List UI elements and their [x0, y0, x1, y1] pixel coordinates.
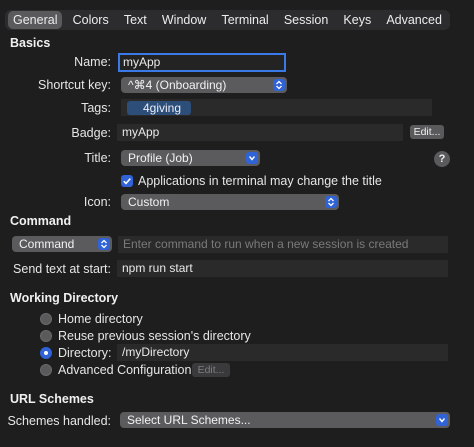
badge-field[interactable]: myApp	[117, 124, 403, 141]
chevron-down-icon	[246, 152, 258, 164]
shortcut-key-popup[interactable]: ^⌘4 (Onboarding)	[121, 77, 287, 93]
reuse-directory-label: Reuse previous session's directory	[58, 329, 251, 343]
command-input[interactable]: Enter command to run when a new session …	[118, 236, 448, 253]
apps-change-title-checkbox[interactable]	[121, 175, 133, 187]
help-button[interactable]: ?	[434, 151, 450, 167]
send-text-field[interactable]: npm run start	[117, 260, 448, 277]
schemes-handled-label: Schemes handled:	[7, 414, 111, 428]
chevron-down-icon	[436, 414, 448, 426]
tab-keys[interactable]: Keys	[338, 11, 376, 29]
icon-popup[interactable]: Custom	[121, 194, 339, 210]
name-field[interactable]: myApp	[118, 53, 286, 72]
command-mode-popup[interactable]: Command	[12, 236, 112, 252]
badge-label: Badge:	[71, 126, 111, 140]
tab-text[interactable]: Text	[119, 11, 152, 29]
title-popup[interactable]: Profile (Job)	[121, 150, 260, 166]
checkmark-icon	[123, 178, 131, 185]
directory-label: Directory:	[58, 346, 112, 360]
name-label: Name:	[74, 55, 111, 69]
schemes-handled-value: Select URL Schemes...	[127, 413, 251, 427]
url-schemes-heading: URL Schemes	[10, 392, 94, 406]
command-mode-value: Command	[19, 237, 75, 251]
command-heading: Command	[10, 214, 72, 228]
shortcut-key-value: ^⌘4 (Onboarding)	[128, 78, 227, 92]
tab-advanced[interactable]: Advanced	[381, 11, 447, 29]
reuse-directory-radio[interactable]	[40, 330, 52, 342]
tab-general[interactable]: General	[8, 11, 63, 29]
advanced-configuration-radio[interactable]	[40, 364, 52, 376]
tab-session[interactable]: Session	[279, 11, 333, 29]
tab-terminal[interactable]: Terminal	[216, 11, 273, 29]
popup-stepper-icon	[273, 79, 285, 91]
advanced-edit-button[interactable]: Edit...	[192, 363, 230, 377]
tag-token[interactable]: 4giving	[127, 101, 192, 115]
schemes-handled-popup[interactable]: Select URL Schemes...	[120, 412, 450, 428]
tab-colors[interactable]: Colors	[68, 11, 114, 29]
icon-label: Icon:	[83, 195, 111, 209]
popup-stepper-icon	[325, 196, 337, 208]
title-label: Title:	[84, 151, 111, 165]
badge-edit-button[interactable]: Edit...	[410, 125, 444, 139]
icon-value: Custom	[128, 195, 170, 209]
send-text-label: Send text at start:	[13, 262, 111, 276]
tab-window[interactable]: Window	[157, 11, 211, 29]
popup-stepper-icon	[98, 238, 110, 250]
working-directory-heading: Working Directory	[10, 291, 119, 305]
preferences-tab-bar: General Colors Text Window Terminal Sess…	[5, 10, 450, 30]
tags-label: Tags:	[81, 101, 111, 115]
shortcut-key-label: Shortcut key:	[38, 78, 111, 92]
directory-field[interactable]: /myDirectory	[117, 344, 448, 361]
apps-change-title-label: Applications in terminal may change the …	[138, 174, 382, 188]
title-value: Profile (Job)	[128, 151, 193, 165]
home-directory-label: Home directory	[58, 312, 143, 326]
basics-heading: Basics	[10, 36, 51, 50]
advanced-configuration-label: Advanced Configuration	[58, 363, 192, 377]
directory-radio[interactable]	[40, 347, 52, 359]
home-directory-radio[interactable]	[40, 313, 52, 325]
